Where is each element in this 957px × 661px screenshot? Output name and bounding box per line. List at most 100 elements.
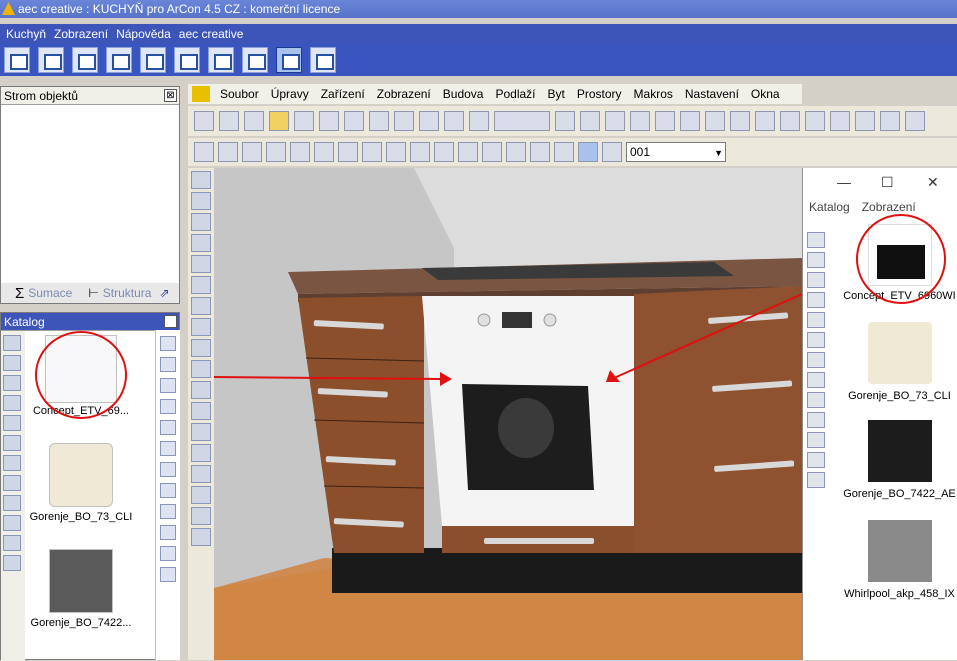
text-icon[interactable] [905, 111, 925, 131]
menu-kuchyn[interactable]: Kuchyň [4, 24, 52, 44]
texture-icon[interactable] [807, 332, 825, 348]
menu-makros[interactable]: Makros [628, 87, 679, 101]
red-pen-icon[interactable] [855, 111, 875, 131]
menu-zobrazeni[interactable]: Zobrazení [52, 24, 114, 44]
catalog-item[interactable]: Gorenje_BO_7422_AE [841, 420, 957, 500]
export-icon[interactable] [319, 111, 339, 131]
cube-icon[interactable] [266, 142, 286, 162]
scale-icon[interactable] [191, 381, 211, 399]
copy-icon[interactable] [3, 435, 21, 451]
layout-icon[interactable] [469, 111, 489, 131]
undo-icon[interactable] [555, 111, 575, 131]
floor-select[interactable]: 001 [626, 142, 726, 162]
road-icon[interactable] [191, 402, 211, 420]
list-icon[interactable] [106, 47, 132, 73]
print-icon[interactable] [38, 47, 64, 73]
pause-icon[interactable] [434, 142, 454, 162]
minimize-button[interactable]: — [837, 174, 851, 190]
person-chair-icon[interactable] [602, 142, 622, 162]
paste-icon[interactable] [160, 567, 176, 582]
rotate-icon[interactable] [160, 546, 176, 561]
walk-icon[interactable] [386, 142, 406, 162]
menu-aec-creative[interactable]: aec creative [177, 24, 250, 44]
frame-icon[interactable] [194, 142, 214, 162]
axis-z-icon[interactable] [160, 399, 176, 414]
tree-view-icon[interactable] [3, 355, 21, 371]
tag-icon[interactable] [140, 47, 166, 73]
select-box-icon[interactable] [191, 192, 211, 210]
group-icon[interactable] [3, 515, 21, 531]
list-view-icon[interactable] [3, 395, 21, 411]
mirror-icon[interactable] [191, 255, 211, 273]
hatch-icon[interactable] [705, 111, 725, 131]
wall-icon[interactable] [805, 111, 825, 131]
axis-y-icon[interactable] [160, 378, 176, 393]
circle-icon[interactable] [807, 372, 825, 388]
brush-tool-icon[interactable] [191, 507, 211, 525]
menu-upravy[interactable]: Úpravy [265, 87, 315, 101]
layers-tool-icon[interactable] [160, 525, 176, 540]
menu-zobrazeni-sub[interactable]: Zobrazení [371, 87, 437, 101]
window-split-icon[interactable] [174, 47, 200, 73]
window-icon[interactable] [72, 47, 98, 73]
axis-x-icon[interactable] [160, 357, 176, 372]
catalog-item[interactable]: Gorenje_BO_73_CLI [29, 443, 133, 523]
cross-icon[interactable] [191, 276, 211, 294]
grid-icon[interactable] [244, 111, 264, 131]
dimension-icon[interactable] [655, 111, 675, 131]
monitor-icon[interactable] [208, 47, 234, 73]
menu-okna[interactable]: Okna [745, 87, 786, 101]
o2c-icon[interactable] [191, 528, 211, 546]
dots-icon[interactable] [338, 142, 358, 162]
gear-icon[interactable] [807, 312, 825, 328]
html-icon[interactable] [344, 111, 364, 131]
door-brown-icon[interactable] [807, 432, 825, 448]
chair-icon[interactable] [830, 111, 850, 131]
slope-icon[interactable] [730, 111, 750, 131]
close-catalog-button[interactable]: ⊠ [164, 315, 177, 328]
new-folder-icon[interactable] [3, 475, 21, 491]
new-file-icon[interactable] [194, 111, 214, 131]
pencil-tool-icon[interactable] [160, 336, 176, 351]
funnel-icon[interactable] [807, 272, 825, 288]
snap-angle-icon[interactable] [191, 339, 211, 357]
snap-icon[interactable] [191, 297, 211, 315]
door-icon[interactable] [807, 292, 825, 308]
fill-icon[interactable] [191, 486, 211, 504]
select-arrow-icon[interactable] [191, 171, 211, 189]
house-red-icon[interactable] [242, 142, 262, 162]
frame-red-icon[interactable] [807, 472, 825, 488]
brush-icon[interactable] [880, 111, 900, 131]
menu-zarizeni[interactable]: Zařízení [315, 87, 371, 101]
grid-view-icon[interactable] [3, 375, 21, 391]
zoom-fit-icon[interactable] [630, 111, 650, 131]
vertical-arrows-icon[interactable] [554, 142, 574, 162]
paste-tool-icon[interactable] [444, 111, 464, 131]
green-tool-icon[interactable] [780, 111, 800, 131]
3d-viewport[interactable] [214, 168, 802, 660]
menu-podlazi[interactable]: Podlaží [489, 87, 541, 101]
window-blue-icon[interactable] [807, 452, 825, 468]
catalog-item[interactable]: Gorenje_BO_7422... [29, 549, 133, 629]
help-icon[interactable] [310, 47, 336, 73]
snap-alt-icon[interactable] [191, 318, 211, 336]
walker-icon[interactable] [458, 142, 478, 162]
burst-icon[interactable] [191, 444, 211, 462]
sun-icon[interactable] [362, 142, 382, 162]
red-flag-icon[interactable] [160, 462, 176, 477]
red-object-icon[interactable] [160, 441, 176, 456]
pin-icon[interactable]: ⇗ [159, 286, 169, 300]
catalog-item[interactable]: Gorenje_BO_73_CLI [841, 322, 957, 402]
person-up-icon[interactable] [506, 142, 526, 162]
menu-budova[interactable]: Budova [437, 87, 490, 101]
catalog-item[interactable]: Whirlpool_akp_458_IX [841, 520, 957, 600]
redo-icon[interactable] [580, 111, 600, 131]
grid-view-icon[interactable] [807, 252, 825, 268]
tab-sumace[interactable]: Sumace [28, 286, 72, 300]
o2c-icon[interactable] [807, 412, 825, 428]
roof-icon[interactable] [755, 111, 775, 131]
menu-katalog[interactable]: Katalog [809, 200, 850, 214]
view-switch-icon[interactable] [494, 111, 550, 131]
menu-nastaveni[interactable]: Nastavení [679, 87, 745, 101]
maximize-button[interactable]: ☐ [881, 174, 894, 191]
